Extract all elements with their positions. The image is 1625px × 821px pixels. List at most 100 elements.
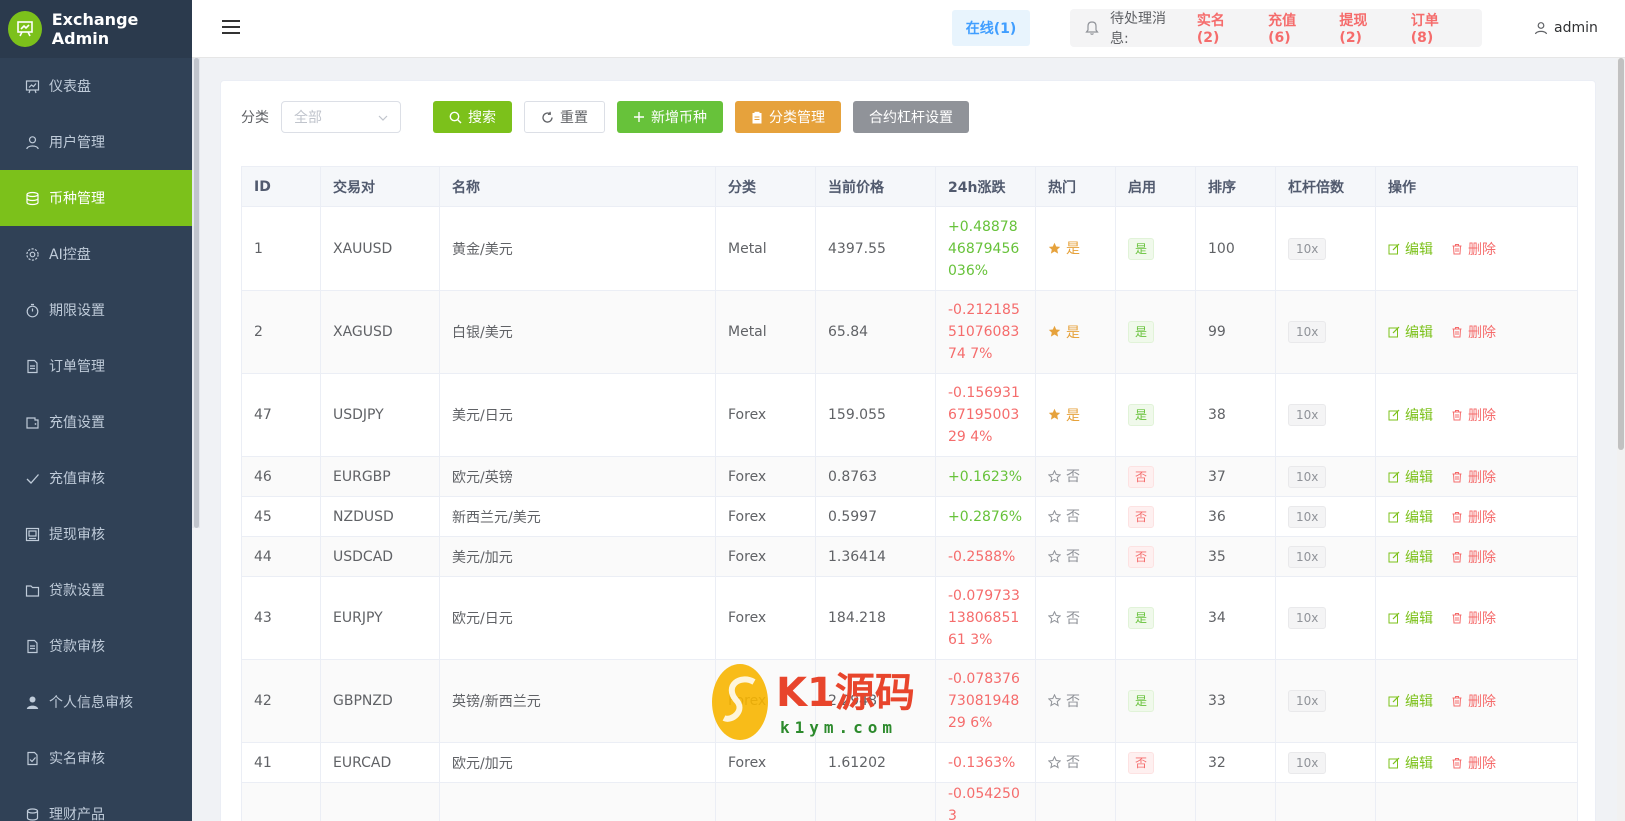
- username: admin: [1554, 20, 1598, 36]
- dashboard-icon: [24, 78, 40, 94]
- notice-order-link[interactable]: 订单(8): [1411, 10, 1460, 46]
- reset-button[interactable]: 重置: [524, 101, 605, 133]
- cell-enabled: 是: [1115, 373, 1196, 457]
- enabled-tag[interactable]: 否: [1128, 505, 1155, 528]
- delete-button[interactable]: 删除: [1451, 507, 1496, 527]
- enabled-tag[interactable]: 是: [1128, 404, 1155, 426]
- hot-toggle[interactable]: 否: [1048, 546, 1080, 566]
- sidebar-item-label: 贷款审核: [49, 639, 105, 655]
- sort-text: 32: [1208, 754, 1226, 771]
- sidebar-item-4[interactable]: 期限设置: [0, 282, 192, 338]
- cell-change: -0.2121855107608374 7%: [935, 290, 1036, 374]
- edit-button[interactable]: 编辑: [1388, 547, 1433, 567]
- hot-toggle[interactable]: 否: [1048, 691, 1080, 711]
- change-text: -0.1363%: [948, 754, 1016, 771]
- delete-button[interactable]: 删除: [1451, 608, 1496, 628]
- sidebar-item-label: 理财产品: [49, 807, 105, 821]
- delete-button[interactable]: 删除: [1451, 467, 1496, 487]
- sidebar-item-1[interactable]: 用户管理: [0, 114, 192, 170]
- sidebar-item-10[interactable]: 贷款审核: [0, 618, 192, 674]
- star-outline-icon: [1048, 469, 1061, 483]
- online-count-badge[interactable]: 在线(1): [952, 10, 1030, 46]
- enabled-tag[interactable]: 是: [1128, 237, 1155, 260]
- sidebar-item-2[interactable]: 币种管理: [0, 170, 192, 226]
- cell-pair: USDCAD: [320, 536, 440, 577]
- edit-button[interactable]: 编辑: [1388, 608, 1433, 628]
- edit-button[interactable]: 编辑: [1388, 507, 1433, 527]
- delete-button[interactable]: 删除: [1451, 691, 1496, 711]
- change-text: -0.2588%: [948, 548, 1016, 565]
- leverage-tag: 10x: [1288, 404, 1327, 426]
- hot-toggle[interactable]: 是: [1048, 405, 1080, 425]
- sidebar-item-label: 充值设置: [49, 415, 105, 431]
- sidebar-item-6[interactable]: 充值设置: [0, 394, 192, 450]
- name-text: 欧元/英镑: [452, 469, 513, 486]
- edit-button[interactable]: 编辑: [1388, 322, 1433, 342]
- cell-category: Forex: [715, 373, 816, 457]
- enabled-tag[interactable]: 否: [1128, 751, 1155, 774]
- edit-button[interactable]: 编辑: [1388, 753, 1433, 773]
- id-text: 43: [254, 610, 272, 626]
- leverage-settings-button[interactable]: 合约杠杆设置: [853, 101, 969, 133]
- hot-toggle[interactable]: 是: [1048, 238, 1080, 258]
- category-text: Forex: [728, 610, 767, 626]
- sidebar-scrollbar[interactable]: [194, 58, 199, 528]
- enabled-tag[interactable]: 是: [1128, 607, 1155, 629]
- delete-button[interactable]: 删除: [1451, 405, 1496, 425]
- hot-toggle[interactable]: 否: [1048, 608, 1080, 628]
- cell-leverage: 10x: [1275, 576, 1376, 660]
- sidebar-item-5[interactable]: 订单管理: [0, 338, 192, 394]
- sort-text: 37: [1208, 468, 1226, 485]
- delete-button[interactable]: 删除: [1451, 322, 1496, 342]
- add-currency-button[interactable]: 新增币种: [617, 101, 723, 133]
- search-button[interactable]: 搜索: [433, 101, 512, 133]
- edit-button[interactable]: 编辑: [1388, 239, 1433, 259]
- check-icon: [24, 470, 40, 486]
- hamburger-menu-icon[interactable]: [222, 20, 240, 36]
- delete-button[interactable]: 删除: [1451, 753, 1496, 773]
- brand[interactable]: Exchange Admin: [0, 0, 192, 58]
- hot-toggle[interactable]: 否: [1048, 752, 1080, 772]
- edit-icon: [1388, 695, 1400, 707]
- category-text: Forex: [728, 548, 767, 565]
- category-select[interactable]: 全部: [281, 101, 401, 133]
- page-scrollbar[interactable]: [1618, 58, 1624, 450]
- cell-enabled: 是: [1115, 659, 1196, 743]
- edit-button[interactable]: 编辑: [1388, 467, 1433, 487]
- edit-button[interactable]: 编辑: [1388, 691, 1433, 711]
- enabled-tag[interactable]: 否: [1128, 545, 1155, 568]
- user-menu[interactable]: admin: [1534, 20, 1598, 36]
- cell-hot: 否: [1035, 576, 1116, 660]
- notice-deposit-link[interactable]: 充值(6): [1268, 10, 1317, 46]
- hot-toggle[interactable]: 否: [1048, 506, 1080, 526]
- cell-actions: 编辑 删除: [1375, 456, 1578, 497]
- category-manage-button[interactable]: 分类管理: [735, 101, 841, 133]
- sidebar-item-7[interactable]: 充值审核: [0, 450, 192, 506]
- cell-hot: 否: [1035, 742, 1116, 783]
- hot-toggle[interactable]: 否: [1048, 466, 1080, 486]
- delete-button[interactable]: 删除: [1451, 547, 1496, 567]
- sidebar-item-11[interactable]: 个人信息审核: [0, 674, 192, 730]
- sidebar-menu: 仪表盘 用户管理 币种管理 AI控盘 期限设置 订单管理充值设置充值审核 提现审核 贷款设置贷…: [0, 58, 192, 821]
- enabled-tag[interactable]: 否: [1128, 465, 1155, 488]
- notice-withdraw-link[interactable]: 提现(2): [1339, 10, 1388, 46]
- sidebar-item-8[interactable]: 提现审核: [0, 506, 192, 562]
- cell-sort: 100: [1195, 206, 1276, 291]
- table-row: 47 USDJPY 美元/日元 Forex 159.055 -0.156931671950…: [241, 373, 1578, 457]
- enabled-tag[interactable]: 是: [1128, 690, 1155, 712]
- cell-sort: 37: [1195, 456, 1276, 497]
- cell-actions: 编辑 删除: [1375, 373, 1578, 457]
- sidebar-item-12[interactable]: 实名审核: [0, 730, 192, 786]
- delete-button[interactable]: 删除: [1451, 239, 1496, 259]
- edit-button[interactable]: 编辑: [1388, 405, 1433, 425]
- enabled-tag[interactable]: 是: [1128, 321, 1155, 343]
- cell-price: 184.218: [815, 576, 936, 660]
- cell-actions: 编辑 删除: [1375, 576, 1578, 660]
- notice-realname-link[interactable]: 实名(2): [1197, 10, 1246, 46]
- sidebar-item-9[interactable]: 贷款设置: [0, 562, 192, 618]
- hot-toggle[interactable]: 是: [1048, 322, 1080, 342]
- sidebar-item-13[interactable]: 理财产品: [0, 786, 192, 821]
- sidebar-item-3[interactable]: AI控盘: [0, 226, 192, 282]
- sidebar-item-0[interactable]: 仪表盘: [0, 58, 192, 114]
- cell-enabled: 否: [1115, 536, 1196, 577]
